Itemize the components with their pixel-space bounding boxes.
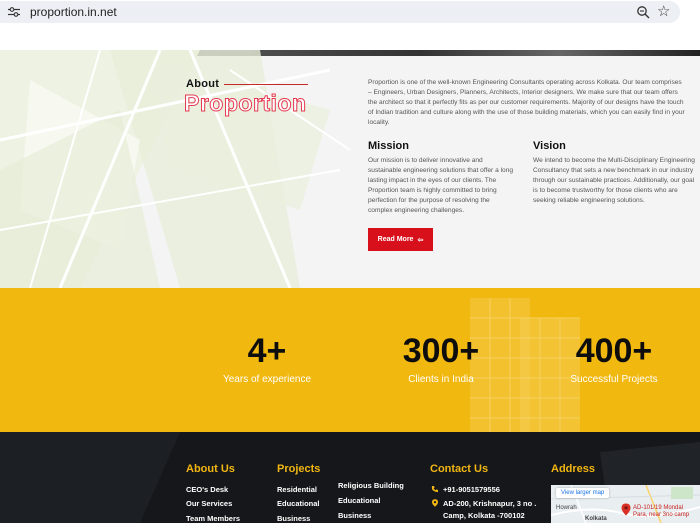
map-place-line1: AD-101/19 Mondal	[633, 505, 684, 511]
footer-projects-heading: Projects	[277, 463, 321, 475]
footer-link-business-2[interactable]: Business	[338, 511, 371, 520]
footer-link-business[interactable]: Business	[277, 514, 310, 523]
map-place-line2: Para, near 3no camp	[633, 512, 690, 518]
mission-heading: Mission	[368, 140, 409, 152]
stat-label-clients: Clients in India	[408, 374, 474, 385]
read-more-label: Read More	[377, 236, 414, 243]
footer-link-team-members[interactable]: Team Members	[186, 514, 240, 523]
address-bar[interactable]: proportion.in.net ☆	[0, 1, 680, 23]
stat-label-projects: Successful Projects	[570, 374, 658, 385]
url-text[interactable]: proportion.in.net	[30, 5, 117, 19]
location-pin-icon	[432, 499, 438, 507]
vision-heading: Vision	[533, 140, 566, 152]
footer-link-residential[interactable]: Residential	[277, 485, 317, 494]
footer-link-ceo-desk[interactable]: CEO's Desk	[186, 485, 228, 494]
footer-address-heading: Address	[551, 463, 596, 475]
footer-contact-heading: Contact Us	[430, 463, 489, 475]
arrow-icon: ⇦	[417, 236, 424, 244]
footer-link-educational[interactable]: Educational	[277, 499, 320, 508]
stat-value-projects: 400+	[575, 332, 653, 370]
map-pin-icon[interactable]	[621, 503, 631, 516]
embedded-map[interactable]: View larger map Howrah Kolkata AD-101/19…	[551, 485, 700, 523]
browser-chrome: proportion.in.net ☆	[0, 0, 700, 24]
stat-value-clients: 300+	[402, 332, 480, 370]
vision-text: We intend to become the Multi-Disciplina…	[533, 157, 695, 204]
stats-section: 4+ Years of experience 300+ Clients in I…	[0, 288, 700, 432]
bookmark-star-icon[interactable]: ☆	[657, 4, 670, 19]
footer-link-religious-building[interactable]: Religious Building	[338, 481, 404, 490]
about-kicker: About	[186, 78, 220, 90]
about-description: Proportion is one of the well-known Engi…	[368, 79, 685, 126]
map-label-howrah: Howrah	[556, 505, 577, 511]
about-section: About Proportion Proportion is one of th…	[0, 50, 700, 288]
zoom-icon[interactable]	[636, 5, 650, 19]
about-title: Proportion	[184, 90, 307, 117]
stat-label-years: Years of experience	[222, 374, 312, 385]
footer-address-line1: AD-200, Krishnapur, 3 no .	[443, 499, 537, 508]
page-top-blank	[0, 24, 700, 50]
read-more-button[interactable]: Read More ⇦	[368, 228, 433, 251]
kicker-divider	[224, 84, 308, 85]
site-settings-icon[interactable]	[8, 7, 20, 17]
footer: About Us CEO's Desk Our Services Team Me…	[0, 432, 700, 523]
footer-phone-number[interactable]: +91-9051579556	[443, 485, 500, 494]
footer-address-line2: Camp, Kolkata -700102	[443, 511, 525, 520]
footer-link-our-services[interactable]: Our Services	[186, 499, 232, 508]
mission-text: Our mission is to deliver innovative and…	[368, 157, 514, 214]
phone-icon	[431, 486, 438, 493]
stat-value-years: 4+	[247, 332, 287, 370]
map-place-label: AD-101/19 Mondal Para, near 3no camp	[633, 505, 689, 519]
view-larger-map-link[interactable]: View larger map	[556, 488, 610, 498]
footer-about-heading: About Us	[186, 463, 235, 475]
footer-link-educational-2[interactable]: Educational	[338, 496, 381, 505]
map-label-kolkata: Kolkata	[585, 516, 607, 522]
